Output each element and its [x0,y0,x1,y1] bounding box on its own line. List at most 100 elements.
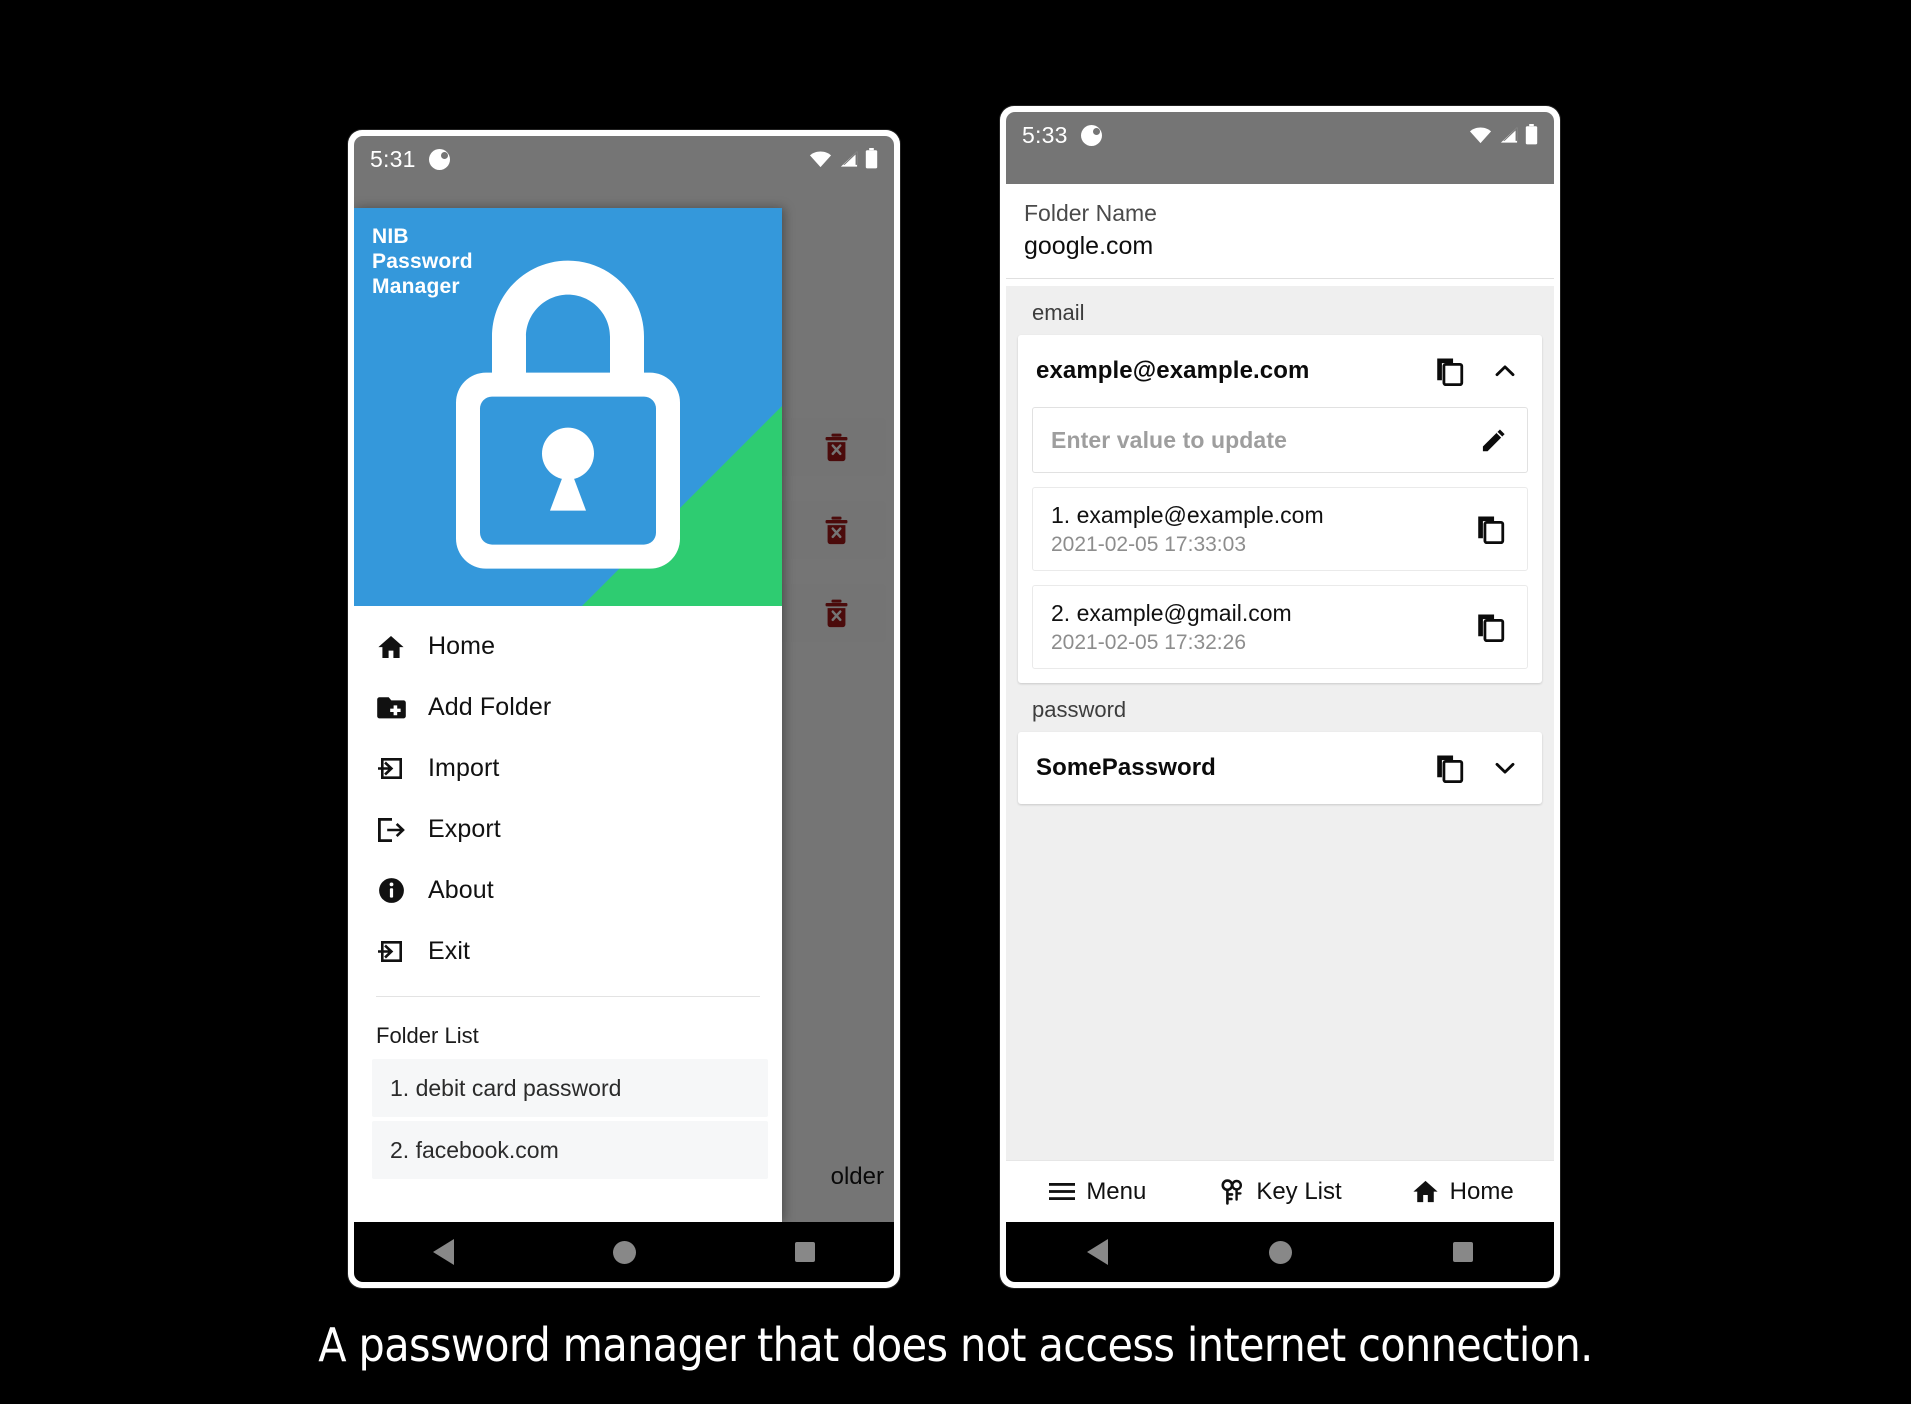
group-label-password: password [1032,697,1127,722]
entry-card-email: example@example.com Enter value to updat… [1018,335,1542,683]
copy-button[interactable] [1426,745,1472,791]
home-circle-icon[interactable] [612,1240,636,1264]
key-detail-body: email example@example.com Enter value to… [1006,286,1554,1160]
import-arrow-icon [376,754,406,784]
right-status-bar-right [1469,121,1538,145]
menu-item-label: Add Folder [428,693,552,721]
recents-square-icon[interactable] [794,1242,815,1262]
entry-header-email[interactable]: example@example.com [1018,335,1542,407]
delete-trash-icon[interactable] [823,516,850,545]
left-status-bar-left: 5:31 [370,145,450,173]
back-triangle-icon[interactable] [433,1239,455,1265]
app-title-line-2: Password [372,250,473,273]
phone-left-drawer-screen: 5:31 older NIB Password Manager Home Add… [348,130,900,1288]
entry-current-value: SomePassword [1036,754,1216,781]
edit-save-button[interactable] [1471,417,1517,463]
copy-icon [1436,357,1463,386]
copy-icon [1436,754,1463,783]
copy-icon [1477,613,1504,642]
tab-menu[interactable]: Menu [1006,1161,1189,1222]
info-icon [376,876,406,906]
history-item[interactable]: 2. example@gmail.com 2021-02-05 17:32:26 [1032,585,1528,669]
right-status-bar-left: 5:33 [1022,121,1102,149]
tab-label: Home [1449,1177,1514,1205]
collapse-toggle-button[interactable] [1482,348,1528,394]
right-status-bar: 5:33 [1006,112,1554,184]
home-icon [1412,1178,1439,1205]
status-time: 5:31 [370,146,416,172]
drawer-menu-list: Home Add Folder Import Export About Exit [354,606,782,988]
cell-signal-icon [840,150,858,167]
bottom-tab-bar: Menu Key List Home [1006,1160,1554,1222]
folder-name-value: google.com [1024,232,1154,260]
history-item-value: 1. example@example.com [1051,501,1324,528]
folder-list-item[interactable]: 2. facebook.com [372,1121,768,1179]
wifi-icon [1469,127,1492,143]
menu-item-label: Exit [428,937,471,965]
cell-signal-icon [1500,126,1518,143]
right-phone-screen: 5:33 Folder Name google.com email exampl… [1006,112,1554,1282]
tab-home[interactable]: Home [1371,1161,1554,1222]
menu-item-label: Export [428,815,501,843]
history-item-timestamp: 2021-02-05 17:32:26 [1051,630,1246,654]
menu-item-import[interactable]: Import [354,738,782,799]
history-item-timestamp: 2021-02-05 17:33:03 [1051,532,1246,556]
group-label-email: email [1032,300,1085,325]
chevron-down-icon [1495,762,1515,774]
menu-item-add-folder[interactable]: Add Folder [354,677,782,738]
folder-list-item[interactable]: 1. debit card password [372,1059,768,1117]
tab-key-list[interactable]: Key List [1189,1161,1372,1222]
folder-name-label: Folder Name [1024,200,1157,226]
app-notification-icon [1080,124,1102,146]
delete-trash-icon[interactable] [823,433,850,462]
delete-trash-icon[interactable] [823,599,850,628]
home-circle-icon[interactable] [1268,1240,1292,1264]
home-icon [376,632,406,662]
drawer-header: NIB Password Manager [354,208,782,606]
update-value-field[interactable]: Enter value to update [1032,407,1528,473]
copy-button[interactable] [1467,506,1513,552]
entry-body-email: Enter value to update 1. example@example [1018,407,1542,683]
left-status-bar: 5:31 [354,136,894,208]
menu-item-export[interactable]: Export [354,799,782,860]
recents-square-icon[interactable] [1453,1242,1474,1262]
phone-right-detail-screen: 5:33 Folder Name google.com email exampl… [1000,106,1560,1288]
tab-label: Menu [1086,1177,1147,1205]
add-folder-button-partial[interactable]: older [831,1163,884,1191]
status-time: 5:33 [1022,122,1068,148]
left-status-bar-right [809,145,878,169]
app-notification-icon [428,148,450,170]
menu-item-label: Home [428,632,496,660]
pencil-edit-icon [1482,429,1505,452]
app-title-line-1: NIB [372,225,409,248]
copy-icon [1477,515,1504,544]
copy-button[interactable] [1426,348,1472,394]
copy-button[interactable] [1467,604,1513,650]
history-item-value: 2. example@gmail.com [1051,599,1292,626]
back-triangle-icon[interactable] [1086,1239,1108,1265]
history-item[interactable]: 1. example@example.com 2021-02-05 17:33:… [1032,487,1528,571]
expand-toggle-button[interactable] [1482,745,1528,791]
history-item-text: 2. example@gmail.com 2021-02-05 17:32:26 [1051,598,1457,657]
menu-item-about[interactable]: About [354,860,782,921]
create-new-folder-icon [376,693,406,723]
folder-name-header: Folder Name google.com [1006,184,1554,279]
left-phone-screen: 5:31 older NIB Password Manager Home Add… [354,136,894,1282]
battery-icon [1525,124,1538,145]
entry-header-password[interactable]: SomePassword [1018,732,1542,804]
screenshot-canvas: 5:31 older NIB Password Manager Home Add… [0,0,1911,1404]
wifi-icon [809,151,832,167]
padlock-icon [456,260,680,569]
exit-arrow-icon [376,937,406,967]
menu-item-label: About [428,876,494,904]
menu-item-exit[interactable]: Exit [354,921,782,982]
folder-list-title: Folder List [376,1023,479,1048]
chevron-up-icon [1495,365,1515,377]
tab-label: Key List [1256,1177,1342,1205]
menu-item-label: Import [428,754,500,782]
hamburger-menu-icon [1048,1178,1075,1205]
entry-card-password: SomePassword [1018,732,1542,804]
history-item-text: 1. example@example.com 2021-02-05 17:33:… [1051,500,1457,559]
menu-item-home[interactable]: Home [354,616,782,677]
app-title-line-3: Manager [372,275,460,298]
